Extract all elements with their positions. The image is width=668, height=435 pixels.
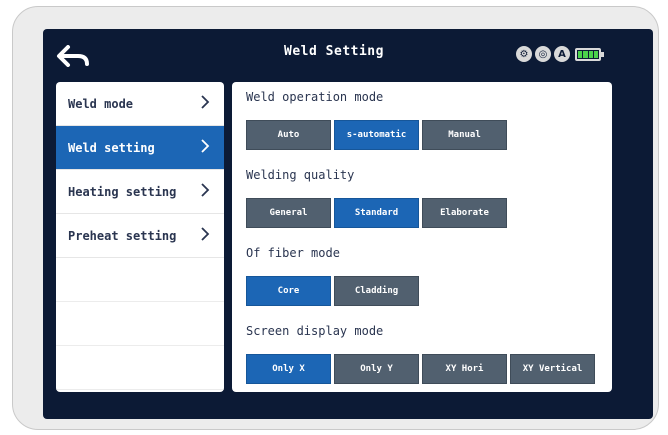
option-button-cladding[interactable]: Cladding [334,276,419,306]
sidebar-empty-row [56,302,224,346]
settings-status-icon: ⚙ [516,46,532,62]
option-button-only-x[interactable]: Only X [246,354,331,384]
sidebar-empty-row [56,346,224,390]
option-group: Core Cladding [246,276,419,306]
sidebar-item-weld-mode[interactable]: Weld mode [56,82,224,126]
option-button-standard[interactable]: Standard [334,198,419,228]
chevron-right-icon [200,94,210,113]
chevron-right-icon [200,226,210,245]
auto-mode-icon: A [554,46,570,62]
option-button-core[interactable]: Core [246,276,331,306]
option-button-manual[interactable]: Manual [422,120,507,150]
chevron-right-icon [200,138,210,157]
option-button-elaborate[interactable]: Elaborate [422,198,507,228]
section-label: Of fiber mode [246,246,340,260]
section-label: Screen display mode [246,324,384,338]
target-status-icon: ◎ [535,46,551,62]
sidebar-empty-row [56,258,224,302]
option-group: Only X Only Y XY Hori XY Vertical [246,354,595,384]
option-button-s-automatic[interactable]: s-automatic [334,120,419,150]
sidebar-item-label: Heating setting [68,184,177,199]
option-button-xy-vertical[interactable]: XY Vertical [510,354,595,384]
sidebar-item-weld-setting[interactable]: Weld setting [56,126,224,170]
section-label: Welding quality [246,168,355,182]
chevron-right-icon [200,182,210,201]
sidebar-item-label: Preheat setting [68,228,177,243]
sidebar-item-heating-setting[interactable]: Heating setting [56,170,224,214]
sidebar-item-label: Weld mode [68,96,134,111]
settings-panel: Weld operation mode Auto s-automatic Manual… [232,82,612,392]
sidebar-item-preheat-setting[interactable]: Preheat setting [56,214,224,258]
sidebar-item-label: Weld setting [68,140,155,155]
option-group: General Standard Elaborate [246,198,507,228]
section-label: Weld operation mode [246,90,384,104]
battery-icon [575,47,604,61]
option-group: Auto s-automatic Manual [246,120,507,150]
status-bar: ⚙ ◎ A [516,46,604,62]
option-button-auto[interactable]: Auto [246,120,331,150]
option-button-only-y[interactable]: Only Y [334,354,419,384]
option-button-general[interactable]: General [246,198,331,228]
option-button-xy-hori[interactable]: XY Hori [422,354,507,384]
sidebar: Weld mode Weld setting Heating setting Preh… [56,82,224,392]
